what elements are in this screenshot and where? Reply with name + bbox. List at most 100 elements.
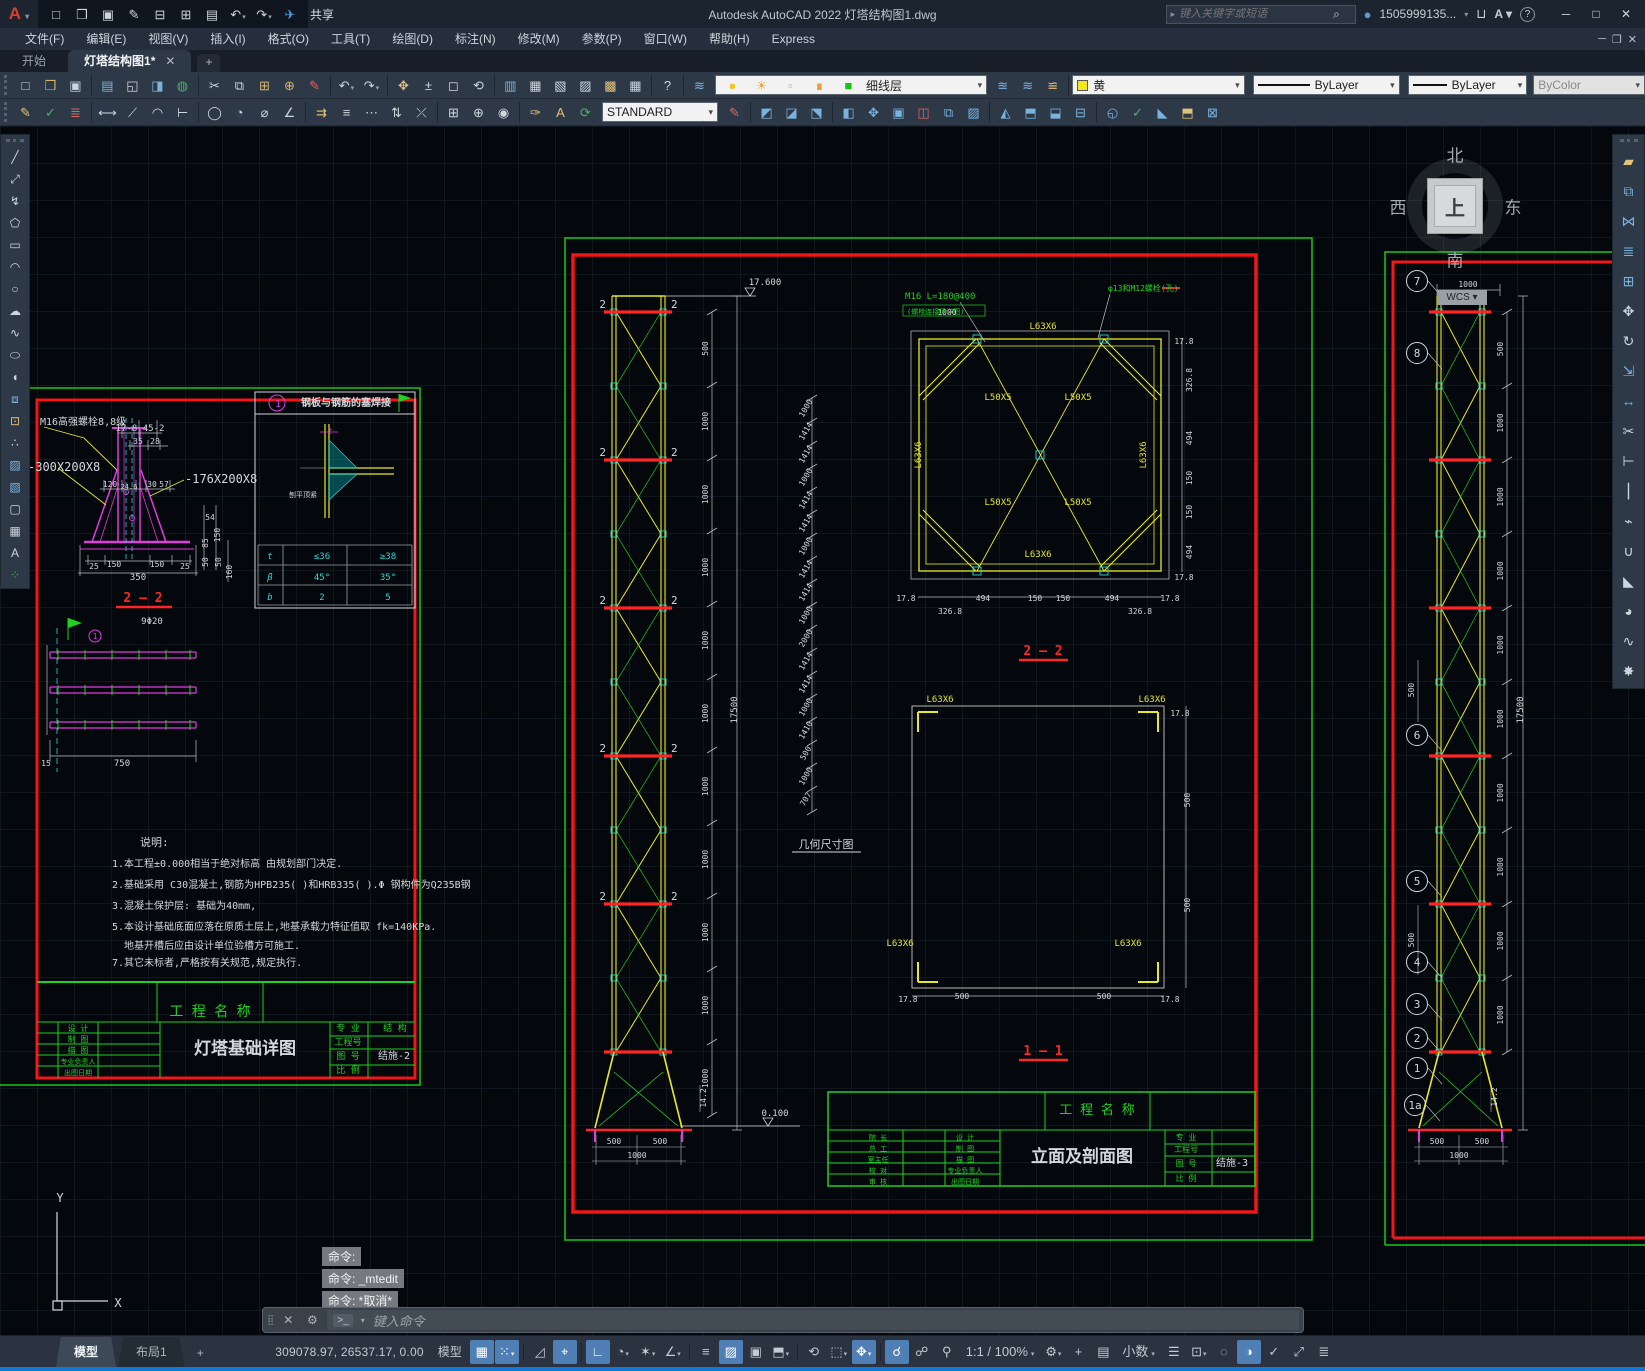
toolbar-grip[interactable] <box>4 75 10 95</box>
zoom-window-icon[interactable]: ◻ <box>441 74 466 97</box>
dynamic-ucs-toggle[interactable]: ⟲ <box>802 1340 826 1364</box>
open-icon[interactable]: ❒ <box>70 3 94 26</box>
thicken-icon[interactable]: ⬒ <box>1175 101 1200 124</box>
tab-model[interactable]: 模型 <box>56 1337 117 1367</box>
dim-quick-icon[interactable]: ⇉ <box>309 101 334 124</box>
clean-screen-toggle[interactable]: ⤢ <box>1287 1340 1311 1364</box>
undo-icon[interactable]: ↶ <box>334 74 359 97</box>
lock-ui-toggle[interactable]: ⊡▾ <box>1187 1340 1211 1364</box>
insert-block-icon[interactable]: ⧈ <box>1 388 29 410</box>
slice-icon[interactable]: ◣ <box>1150 101 1175 124</box>
offset-icon[interactable]: ≣ <box>1615 236 1643 266</box>
units-control[interactable]: 小数 ▾ <box>1116 1340 1160 1364</box>
construction-line-icon[interactable]: ⤢ <box>1 168 29 190</box>
share-button[interactable]: 共享 <box>310 6 334 23</box>
scale-icon[interactable]: ⇲ <box>1615 356 1643 386</box>
ortho-mode-toggle[interactable]: ∟ <box>585 1339 610 1364</box>
trim-icon[interactable]: ✂ <box>1615 416 1643 446</box>
tab-drawing-active[interactable]: 灯塔结构图1* ✕ <box>68 50 192 72</box>
rectangle-icon[interactable]: ▭ <box>1 234 29 256</box>
viewcube-west-label[interactable]: 西 <box>1390 194 1407 219</box>
graphics-performance-toggle[interactable]: ✓ <box>1262 1340 1286 1364</box>
mtext-edit-icon[interactable]: ✎ <box>13 101 38 124</box>
layer-freeze-viewport-icon[interactable]: ▫ <box>778 74 803 97</box>
drawing-canvas[interactable]: 2222222222 500 1000 1000 1000 1000 1000 1000 10… <box>0 126 1645 1335</box>
array-icon[interactable]: ⊞ <box>1615 266 1643 296</box>
hatch-icon[interactable]: ▨ <box>1 454 29 476</box>
dim-update-icon[interactable]: ⟳ <box>573 101 598 124</box>
tool-palettes-icon[interactable]: ▧ <box>548 74 573 97</box>
new-icon[interactable]: □ <box>44 3 68 26</box>
viewcube-top-face[interactable]: 上 <box>1427 178 1483 234</box>
transparency-toggle[interactable]: ▨ <box>718 1339 743 1364</box>
menu-item-tools[interactable]: 工具(T) <box>320 28 381 50</box>
help-icon[interactable]: ? <box>655 74 680 97</box>
dim-jogged-icon[interactable]: ◔ <box>227 101 252 124</box>
make-object-layer-current-icon[interactable]: ≊ <box>990 74 1015 97</box>
quick-properties-toggle[interactable]: ☰ <box>1162 1340 1186 1364</box>
point-icon[interactable]: ∴ <box>1 432 29 454</box>
dim-diameter-icon[interactable]: ⌀ <box>252 101 277 124</box>
object-snap-toggle[interactable]: ∠▾ <box>661 1340 685 1364</box>
annotation-visibility-toggle[interactable]: ☌ <box>884 1339 909 1364</box>
dim-text-edit-icon[interactable]: A <box>548 101 573 124</box>
workspace-switching-toggle[interactable]: ⚙▾ <box>1041 1340 1065 1364</box>
properties-icon[interactable]: ▥ <box>498 74 523 97</box>
selection-cycling-toggle[interactable]: ▣ <box>744 1340 768 1364</box>
viewcube-south-label[interactable]: 南 <box>1447 247 1464 272</box>
dynamic-input-toggle[interactable]: ⌖ <box>552 1339 577 1364</box>
linetype-control-dropdown[interactable]: ByLayer ▾ <box>1252 75 1400 95</box>
join-icon[interactable]: ∪ <box>1615 536 1643 566</box>
autocad-app-logo-icon[interactable]: A ▾ <box>0 4 38 24</box>
palette-grip-right[interactable] <box>1619 139 1638 142</box>
quick-calc-icon[interactable]: ▦ <box>623 74 648 97</box>
polar-tracking-toggle[interactable]: ◔▾ <box>611 1340 635 1364</box>
3d-object-snap-toggle[interactable]: ⬒▾ <box>769 1340 793 1364</box>
redo-icon[interactable]: ↷ <box>359 74 384 97</box>
tab-start[interactable]: 开始 <box>6 50 62 72</box>
multiline-text-icon[interactable]: A <box>1 542 29 564</box>
command-input[interactable]: >_ ▾ 键入命令 <box>327 1310 1299 1330</box>
annotation-scale-sync-toggle[interactable]: ⚲ <box>935 1340 959 1364</box>
color-control-dropdown[interactable]: 黄 ▾ <box>1072 75 1245 95</box>
clean-icon[interactable]: ⬓ <box>1043 101 1068 124</box>
mirror-icon[interactable]: ⋈ <box>1615 206 1643 236</box>
menu-item-express[interactable]: Express <box>761 28 826 50</box>
tower-elevation-center[interactable]: 2 2 2 2 2 2 2 2 2 2 <box>586 295 692 1142</box>
plot-icon[interactable]: ▤ <box>95 74 120 97</box>
command-prompt-icon[interactable]: >_ <box>333 1313 353 1327</box>
plot-preview-icon[interactable]: ◱ <box>120 74 145 97</box>
dim-angular-icon[interactable]: ∠ <box>277 101 302 124</box>
layer-on-bulb-icon[interactable]: ● <box>720 74 745 97</box>
snap-mode-toggle[interactable]: ⁙▾ <box>494 1339 519 1364</box>
ellipse-icon[interactable]: ⬭ <box>1 344 29 366</box>
paste-special-icon[interactable]: ⊕ <box>277 74 302 97</box>
copy-icon[interactable]: ⧉ <box>1615 176 1643 206</box>
dim-break-icon[interactable]: ⤫ <box>409 101 434 124</box>
color-dropdown-caret-icon[interactable]: ▾ <box>1235 80 1240 91</box>
intersect-icon[interactable]: ⬔ <box>804 101 829 124</box>
linetype-dropdown-caret-icon[interactable]: ▾ <box>1390 80 1395 91</box>
polygon-icon[interactable]: ⬠ <box>1 212 29 234</box>
dim-aligned-icon[interactable]: ⟋ <box>120 101 145 124</box>
polyline-icon[interactable]: ↯ <box>1 190 29 212</box>
model-space-label[interactable]: 模型 <box>438 1343 462 1360</box>
gradient-icon[interactable]: ▧ <box>1 476 29 498</box>
command-dropdown-caret-icon[interactable]: ▾ <box>361 1316 365 1325</box>
layer-states-manager-icon[interactable]: ≌ <box>1040 74 1065 97</box>
lineweight-toggle[interactable]: ≡ <box>694 1340 718 1364</box>
match-properties-icon[interactable]: ✎ <box>302 74 327 97</box>
delete-faces-icon[interactable]: ◫ <box>911 101 936 124</box>
extrude-faces-icon[interactable]: ◧ <box>836 101 861 124</box>
annotation-monitor-toggle[interactable]: ▤ <box>1091 1340 1115 1364</box>
extend-icon[interactable]: ⊢ <box>1615 446 1643 476</box>
stretch-icon[interactable]: ↔ <box>1615 386 1643 416</box>
dim-tolerance-icon[interactable]: ⊞ <box>441 101 466 124</box>
layer-sun-thaw-icon[interactable]: ☀ <box>749 74 774 97</box>
zoom-realtime-icon[interactable]: ± <box>416 74 441 97</box>
layer-unlock-icon[interactable]: ∎ <box>807 74 832 97</box>
dim-center-mark-icon[interactable]: ⊕ <box>466 101 491 124</box>
3d-dwf-icon[interactable]: ◍ <box>170 74 195 97</box>
infer-constraints-toggle[interactable]: ◿ <box>528 1340 552 1364</box>
grid-toggle[interactable]: ▦ <box>469 1339 494 1364</box>
